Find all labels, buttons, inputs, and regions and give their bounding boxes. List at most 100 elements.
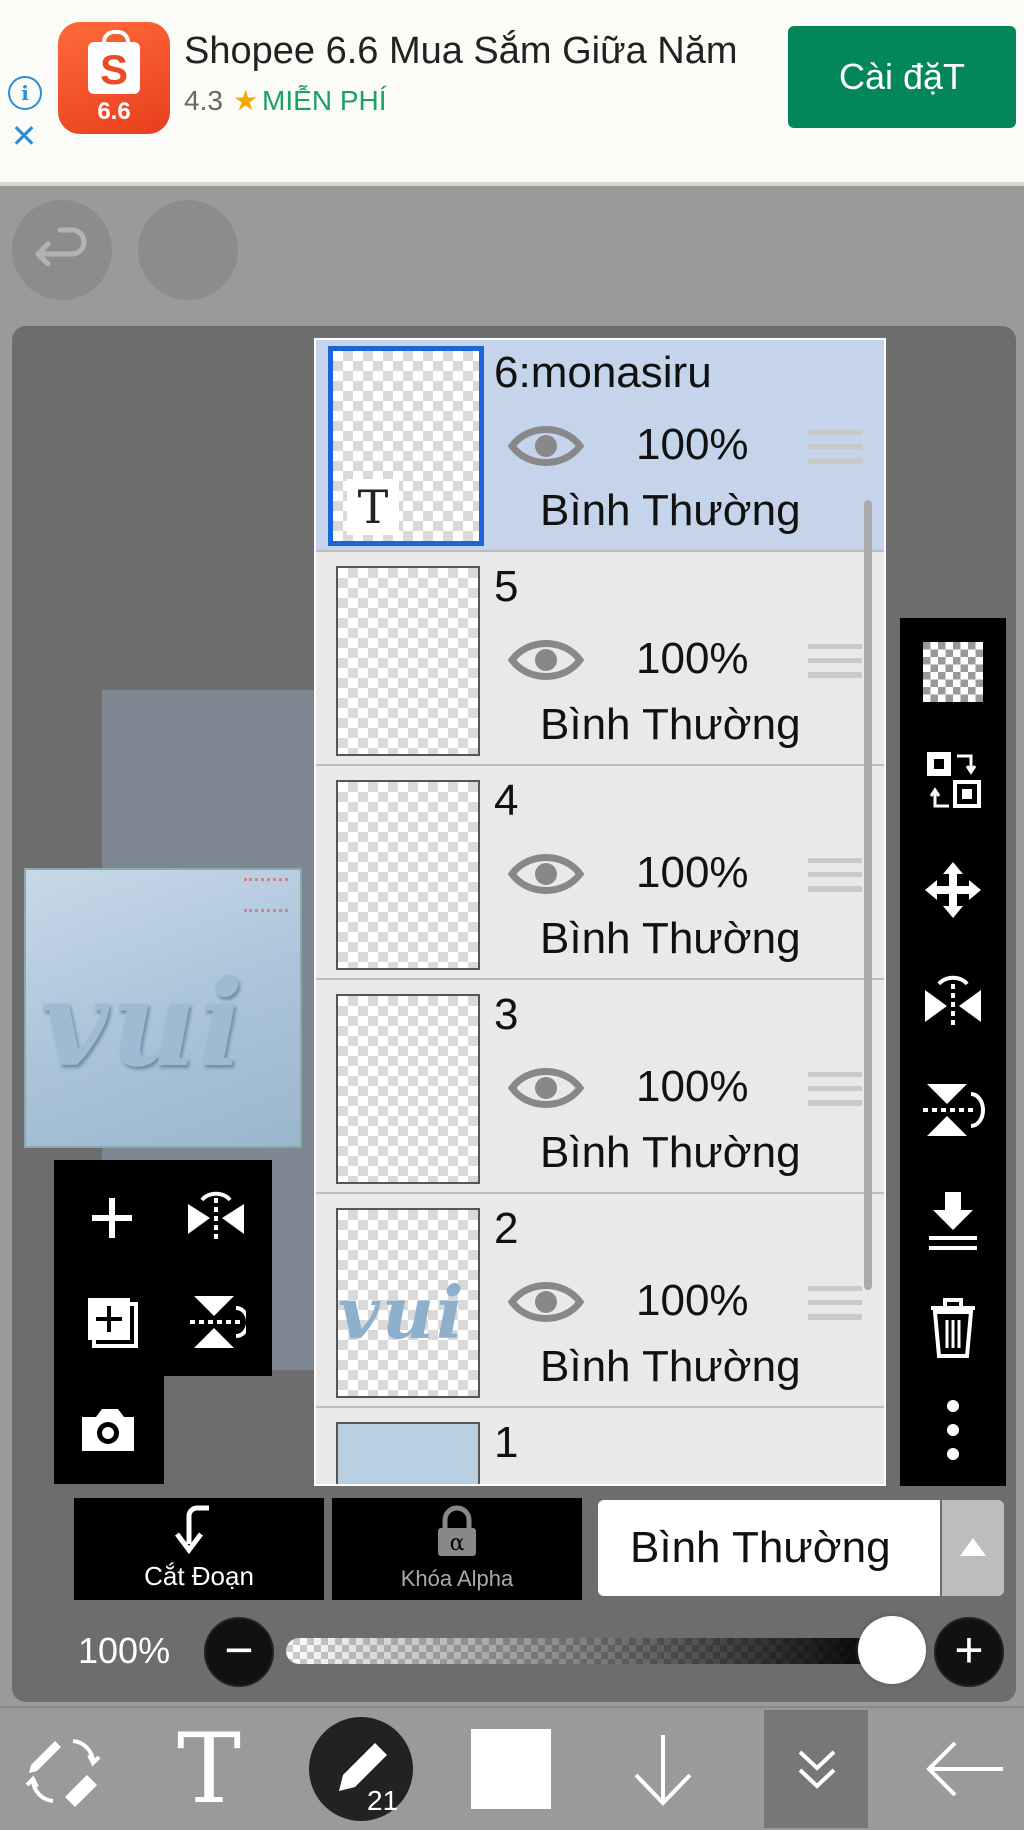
collapse-panel-button[interactable] — [762, 1708, 872, 1830]
flip-horizontal-layer-button[interactable] — [900, 950, 1006, 1050]
swap-layer-button[interactable] — [900, 730, 1006, 830]
layer-blend-mode: Bình Thường — [540, 486, 801, 535]
swap-layer-icon — [927, 752, 981, 808]
layer-thumbnail-text: vui — [338, 1270, 466, 1355]
layers-panel[interactable]: T 6:monasiru 100% Bình Thường 5 100% Bìn… — [314, 338, 886, 1486]
layer-thumbnail[interactable]: T — [328, 346, 484, 546]
opacity-slider-thumb[interactable] — [858, 1616, 926, 1684]
layer-row-6[interactable]: T 6:monasiru 100% Bình Thường — [316, 340, 884, 552]
transparent-fill-button[interactable] — [900, 622, 1006, 722]
layer-quick-tools-extra — [54, 1376, 164, 1484]
opacity-increase-button[interactable]: + — [934, 1617, 1004, 1687]
drag-handle-icon[interactable] — [808, 1072, 862, 1106]
layer-name: 2 — [494, 1204, 519, 1253]
brush-eraser-toggle-button[interactable] — [8, 1708, 118, 1830]
layer-opacity-value: 100% — [78, 1630, 171, 1671]
layer-thumbnail[interactable]: vui — [336, 1208, 480, 1398]
ad-rating: 4.3 — [184, 85, 223, 116]
eye-icon[interactable] — [508, 1060, 584, 1116]
opacity-slider-track[interactable] — [286, 1638, 890, 1664]
camera-icon — [82, 1409, 134, 1451]
drag-handle-icon[interactable] — [808, 644, 862, 678]
layer-opacity: 100% — [636, 1276, 749, 1325]
layer-opacity: 100% — [636, 634, 749, 683]
arrow-left-icon — [926, 1741, 1003, 1797]
watermark-stamp — [244, 878, 288, 912]
brush-size-value: 21 — [367, 1785, 399, 1816]
flip-horizontal-icon — [188, 1191, 244, 1242]
blend-mode-dropdown-arrow[interactable] — [942, 1500, 1004, 1596]
svg-text:α: α — [450, 1531, 465, 1556]
checkerboard-icon — [923, 642, 983, 702]
eye-icon[interactable] — [508, 632, 584, 688]
camera-button[interactable] — [56, 1378, 160, 1482]
layer-blend-mode: Bình Thường — [540, 1342, 801, 1391]
layer-row-3[interactable]: 3 100% Bình Thường — [316, 982, 884, 1194]
ad-app-logo[interactable]: S 6.6 — [58, 22, 170, 134]
layer-thumbnail[interactable] — [336, 1422, 480, 1484]
blend-mode-select[interactable]: Bình Thường — [598, 1500, 940, 1596]
ad-banner[interactable]: i ✕ S 6.6 Shopee 6.6 Mua Sắm Giữa Năm 4.… — [0, 0, 1024, 186]
layer-name: 6:monasiru — [494, 348, 712, 397]
drag-handle-icon[interactable] — [808, 1286, 862, 1320]
layer-blend-mode: Bình Thường — [540, 1128, 801, 1177]
ad-close-icon[interactable]: ✕ — [6, 118, 42, 154]
undo-button[interactable] — [12, 200, 112, 300]
eye-icon[interactable] — [508, 846, 584, 902]
ad-info-icon[interactable]: i — [8, 76, 42, 110]
clipping-button[interactable]: Cắt Đoạn — [74, 1498, 324, 1600]
layer-blend-mode: Bình Thường — [540, 914, 801, 963]
scroll-down-button[interactable] — [608, 1708, 718, 1830]
layer-row-1[interactable]: 1 — [316, 1410, 884, 1484]
layer-row-4[interactable]: 4 100% Bình Thường — [316, 768, 884, 980]
layer-thumbnail[interactable] — [336, 994, 480, 1184]
eye-icon[interactable] — [508, 418, 584, 474]
text-tool-icon: T — [176, 1713, 242, 1825]
color-picker-button[interactable] — [456, 1708, 566, 1830]
text-layer-icon: T — [347, 479, 399, 535]
add-layer-button[interactable] — [60, 1166, 164, 1270]
move-icon — [925, 862, 981, 918]
delete-layer-button[interactable] — [900, 1278, 1006, 1378]
flip-horizontal-button[interactable] — [164, 1166, 268, 1270]
drag-handle-icon[interactable] — [808, 858, 862, 892]
flip-vertical-icon — [190, 1296, 246, 1348]
add-layer-copy-icon — [88, 1298, 138, 1348]
layer-thumbnail[interactable] — [336, 780, 480, 970]
undo-icon — [35, 227, 87, 267]
more-vertical-icon — [947, 1400, 959, 1460]
flip-vertical-button[interactable] — [164, 1270, 268, 1374]
current-color-swatch — [471, 1729, 551, 1809]
text-tool-button[interactable]: T — [154, 1708, 264, 1830]
canvas-preview-text: vui — [40, 954, 246, 1093]
pen-eraser-swap-icon — [25, 1739, 101, 1807]
flip-vertical-layer-button[interactable] — [900, 1060, 1006, 1160]
layer-thumbnail[interactable] — [336, 566, 480, 756]
bottom-toolbar: T 21 — [0, 1706, 1024, 1830]
ad-logo-text: 6.6 — [97, 98, 131, 125]
more-options-button[interactable] — [900, 1380, 1006, 1480]
layer-blend-mode: Bình Thường — [540, 700, 801, 749]
move-layer-button[interactable] — [900, 840, 1006, 940]
ad-install-button[interactable]: Cài đặT — [788, 26, 1016, 128]
layer-name: 1 — [494, 1418, 519, 1467]
ad-price: MIỄN PHÍ — [262, 85, 387, 116]
canvas-preview[interactable]: vui — [24, 868, 302, 1148]
double-chevron-down-icon — [798, 1750, 836, 1789]
trash-icon — [931, 1298, 975, 1358]
alpha-lock-button[interactable]: α Khóa Alpha — [332, 1498, 582, 1600]
eye-icon[interactable] — [508, 1274, 584, 1330]
opacity-decrease-button[interactable]: − — [204, 1617, 274, 1687]
ad-title[interactable]: Shopee 6.6 Mua Sắm Giữa Năm — [184, 30, 738, 73]
redo-button[interactable] — [138, 200, 238, 300]
drag-handle-icon[interactable] — [808, 430, 862, 464]
add-copy-layer-button[interactable] — [60, 1270, 164, 1374]
layer-opacity: 100% — [636, 1062, 749, 1111]
back-button[interactable] — [910, 1708, 1020, 1830]
merge-down-button[interactable] — [900, 1170, 1006, 1270]
layer-row-2[interactable]: vui 2 100% Bình Thường — [316, 1196, 884, 1408]
layer-row-5[interactable]: 5 100% Bình Thường — [316, 554, 884, 766]
layer-name: 4 — [494, 776, 519, 825]
layers-scrollbar[interactable] — [864, 500, 872, 1290]
brush-tool-button[interactable]: 21 — [306, 1708, 416, 1830]
